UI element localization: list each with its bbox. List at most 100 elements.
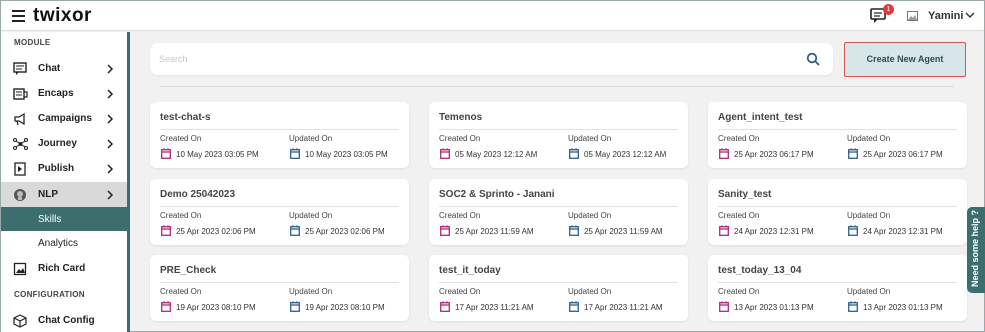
- encaps-icon: [13, 87, 28, 100]
- sidebar-item-label: Analytics: [38, 238, 79, 249]
- agent-card[interactable]: Temenos Created On Updated On 05 May 2023 1…: [429, 102, 688, 168]
- created-on-label: Created On: [718, 134, 760, 143]
- create-new-agent-button[interactable]: Create New Agent: [844, 42, 966, 77]
- agent-card[interactable]: Demo 25042023 Created On Updated On 25 Apr …: [150, 179, 409, 245]
- calendar-created-icon: [161, 225, 171, 236]
- chevron-right-icon: [107, 163, 114, 174]
- sidebar-item-nlp[interactable]: NLP: [1, 182, 127, 207]
- created-on-label: Created On: [160, 134, 202, 143]
- updated-on-label: Updated On: [847, 211, 891, 220]
- card-divider: [160, 129, 399, 130]
- sidebar-item-skills[interactable]: Skills: [1, 207, 127, 231]
- agent-card[interactable]: test_today_13_04 Created On Updated On 13 A…: [708, 255, 967, 321]
- created-on-label: Created On: [718, 211, 760, 220]
- agent-name: test-chat-s: [160, 112, 211, 123]
- agent-card[interactable]: PRE_Check Created On Updated On 19 Apr 2023…: [150, 255, 409, 321]
- calendar-updated-icon: [569, 148, 579, 159]
- sidebar-item-encaps[interactable]: Encaps: [1, 81, 127, 106]
- created-on-label: Created On: [160, 211, 202, 220]
- sidebar-item-publish[interactable]: Publish: [1, 156, 127, 181]
- user-name[interactable]: Yamini: [928, 10, 963, 22]
- sidebar-item-label: Campaigns: [38, 113, 92, 124]
- sidebar-item-label: Skills: [38, 213, 62, 225]
- sidebar-item-label: Encaps: [38, 88, 74, 99]
- updated-on-label: Updated On: [568, 211, 612, 220]
- updated-on-label: Updated On: [568, 287, 612, 296]
- calendar-updated-icon: [569, 225, 579, 236]
- created-date: 25 Apr 2023 02:06 PM: [176, 227, 256, 236]
- search-input[interactable]: [159, 51, 759, 67]
- sidebar-item-campaigns[interactable]: Campaigns: [1, 106, 127, 131]
- sidebar-item-label: Rich Card: [38, 263, 86, 274]
- updated-date: 25 Apr 2023 02:06 PM: [305, 227, 385, 236]
- updated-date: 10 May 2023 03:05 PM: [305, 150, 388, 159]
- cube-icon: [13, 313, 27, 328]
- agent-card[interactable]: test-chat-s Created On Updated On 10 May 20…: [150, 102, 409, 168]
- need-help-tab[interactable]: Need some help ?: [967, 207, 985, 293]
- agent-card[interactable]: Sanity_test Created On Updated On 24 Apr 20…: [708, 179, 967, 245]
- card-divider: [160, 282, 399, 283]
- created-on-label: Created On: [439, 134, 481, 143]
- divider: [160, 86, 954, 87]
- brand-logo: twixor: [33, 5, 92, 26]
- created-on-label: Created On: [439, 211, 481, 220]
- calendar-updated-icon: [290, 225, 300, 236]
- sidebar-item-label: NLP: [38, 189, 58, 200]
- agent-name: test_today_13_04: [718, 265, 802, 276]
- sidebar-item-label: Chat: [38, 63, 61, 74]
- created-date: 10 May 2023 03:05 PM: [176, 150, 259, 159]
- section-module: MODULE: [14, 38, 51, 47]
- chevron-right-icon: [107, 63, 114, 74]
- calendar-created-icon: [440, 225, 450, 236]
- updated-on-label: Updated On: [568, 134, 612, 143]
- megaphone-icon: [14, 112, 25, 125]
- hamburger-menu-icon[interactable]: [12, 10, 25, 22]
- calendar-updated-icon: [848, 301, 858, 312]
- sidebar-item-journey[interactable]: Journey: [1, 131, 127, 156]
- created-on-label: Created On: [160, 287, 202, 296]
- calendar-created-icon: [161, 148, 171, 159]
- card-divider: [439, 206, 678, 207]
- agent-name: test_it_today: [439, 265, 501, 276]
- user-avatar-icon: [907, 11, 918, 21]
- main-content: Create New Agent test-chat-s Created On Up…: [130, 32, 984, 332]
- updated-date: 05 May 2023 12:12 AM: [584, 150, 667, 159]
- calendar-created-icon: [719, 301, 729, 312]
- sidebar-item-label: Journey: [38, 138, 77, 149]
- chevron-right-icon: [107, 88, 114, 99]
- sidebar-item-label: Publish: [38, 163, 75, 174]
- updated-date: 17 Apr 2023 11:21 AM: [584, 303, 663, 312]
- created-date: 25 Apr 2023 11:59 AM: [455, 227, 534, 236]
- calendar-created-icon: [440, 301, 450, 312]
- updated-on-label: Updated On: [847, 287, 891, 296]
- sidebar-item-chat-config[interactable]: Chat Config: [1, 308, 127, 332]
- sidebar-item-chat[interactable]: Chat: [1, 56, 127, 81]
- calendar-created-icon: [719, 225, 729, 236]
- agent-card[interactable]: test_it_today Created On Updated On 17 Apr …: [429, 255, 688, 321]
- agent-card[interactable]: SOC2 & Sprinto - Janani Created On Updated…: [429, 179, 688, 245]
- card-divider: [718, 282, 957, 283]
- calendar-created-icon: [161, 301, 171, 312]
- sidebar-item-analytics[interactable]: Analytics: [1, 231, 127, 256]
- agent-card[interactable]: Agent_intent_test Created On Updated On 25 …: [708, 102, 967, 168]
- agent-name: Demo 25042023: [160, 189, 236, 200]
- sidebar-item-label: Chat Config: [38, 315, 95, 326]
- card-divider: [718, 206, 957, 207]
- search-icon[interactable]: [806, 52, 820, 66]
- created-date: 17 Apr 2023 11:21 AM: [455, 303, 534, 312]
- calendar-updated-icon: [290, 148, 300, 159]
- need-help-label: Need some help ?: [970, 209, 980, 287]
- sidebar-item-rich-card[interactable]: Rich Card: [1, 256, 127, 281]
- journey-icon: [13, 137, 28, 150]
- updated-on-label: Updated On: [289, 211, 333, 220]
- calendar-updated-icon: [848, 148, 858, 159]
- created-date: 05 May 2023 12:12 AM: [455, 150, 538, 159]
- agent-name: Agent_intent_test: [718, 112, 803, 123]
- created-date: 13 Apr 2023 01:13 PM: [734, 303, 814, 312]
- updated-on-label: Updated On: [289, 287, 333, 296]
- updated-date: 19 Apr 2023 08:10 PM: [305, 303, 385, 312]
- card-divider: [160, 206, 399, 207]
- rich-card-icon: [13, 262, 27, 275]
- chevron-down-icon[interactable]: [965, 11, 975, 19]
- chevron-right-icon: [107, 138, 114, 149]
